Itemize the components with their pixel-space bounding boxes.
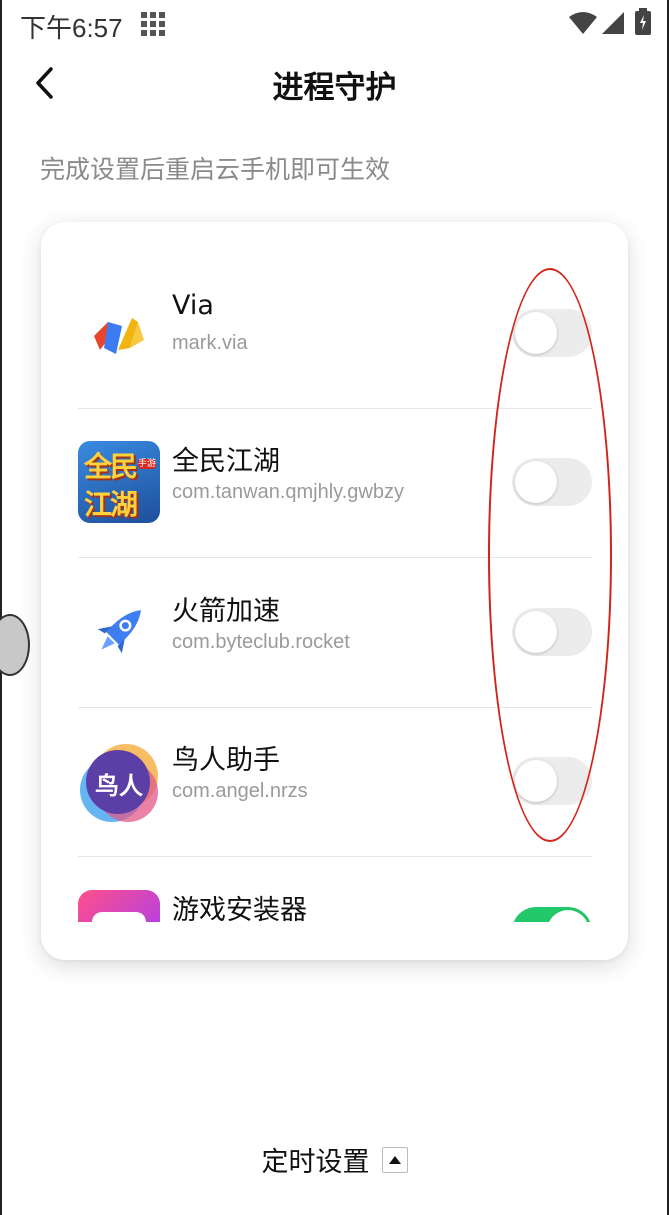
app-package: com.byteclub.rocket [172,631,350,653]
app-list[interactable]: Via mark.via 全民 江湖 手游 全民江湖 com.tanwan.qm… [41,222,628,922]
list-item-niaoren[interactable]: 鸟人 鸟人助手 com.angel.nrzs [78,708,592,857]
app-name: 鸟人助手 [172,745,280,776]
guard-toggle-quanmin-jianghu[interactable] [512,458,592,506]
signal-icon [602,12,624,34]
list-item-rocket[interactable]: 火箭加速 com.byteclub.rocket [78,559,592,708]
icon-text-top: 全民 [84,450,138,483]
page-title: 进程守护 [272,70,397,106]
guard-toggle-niaoren[interactable] [512,757,592,805]
toggle-knob [515,760,557,802]
timer-settings-label: 定时设置 [261,1147,370,1178]
toggle-knob [515,611,557,653]
app-package: mark.via [172,332,248,354]
status-bar: 下午6:57 [0,0,669,48]
app-package: com.tanwan.qmjhly.gwbzy [172,481,404,503]
timer-settings-button[interactable]: 定时设置 [262,1140,408,1179]
list-item-quanmin-jianghu[interactable]: 全民 江湖 手游 全民江湖 com.tanwan.qmjhly.gwbzy [78,409,592,558]
app-name: 火箭加速 [172,596,280,627]
guard-toggle-rocket[interactable] [512,608,592,656]
quanmin-jianghu-app-icon: 全民 江湖 手游 [78,441,160,523]
app-name: 游戏安装器 [172,895,307,922]
niaoren-app-icon: 鸟人 [78,740,160,822]
via-app-icon [78,292,160,374]
battery-icon [635,8,651,35]
list-item-game-installer[interactable]: 游戏安装器 [78,858,592,922]
toggle-knob [515,461,557,503]
icon-text-bottom: 江湖 [84,488,138,521]
list-item-via[interactable]: Via mark.via [78,260,592,409]
app-list-card: Via mark.via 全民 江湖 手游 全民江湖 com.tanwan.qm… [41,222,628,960]
timer-settings: 定时设置 [0,1140,669,1179]
floating-edge-handle[interactable] [0,614,30,676]
restart-notice: 完成设置后重启云手机即可生效 [40,155,391,184]
guard-toggle-via[interactable] [512,309,592,357]
triangle-up-icon [381,1146,408,1173]
app-name: 全民江湖 [172,446,280,477]
toggle-knob [547,910,589,922]
icon-badge: 手游 [138,459,157,469]
icon-text: 鸟人 [95,772,143,800]
app-name: Via [172,290,214,321]
grid-icon [141,12,165,36]
rocket-app-icon [78,591,160,673]
divider [78,557,592,558]
app-package: com.angel.nrzs [172,780,308,802]
game-installer-app-icon [78,890,160,922]
wifi-icon [569,12,597,34]
guard-toggle-game-installer[interactable] [512,907,592,922]
divider [78,856,592,857]
toggle-knob [515,312,557,354]
status-time: 下午6:57 [20,13,123,43]
app-header: 进程守护 [0,48,669,118]
